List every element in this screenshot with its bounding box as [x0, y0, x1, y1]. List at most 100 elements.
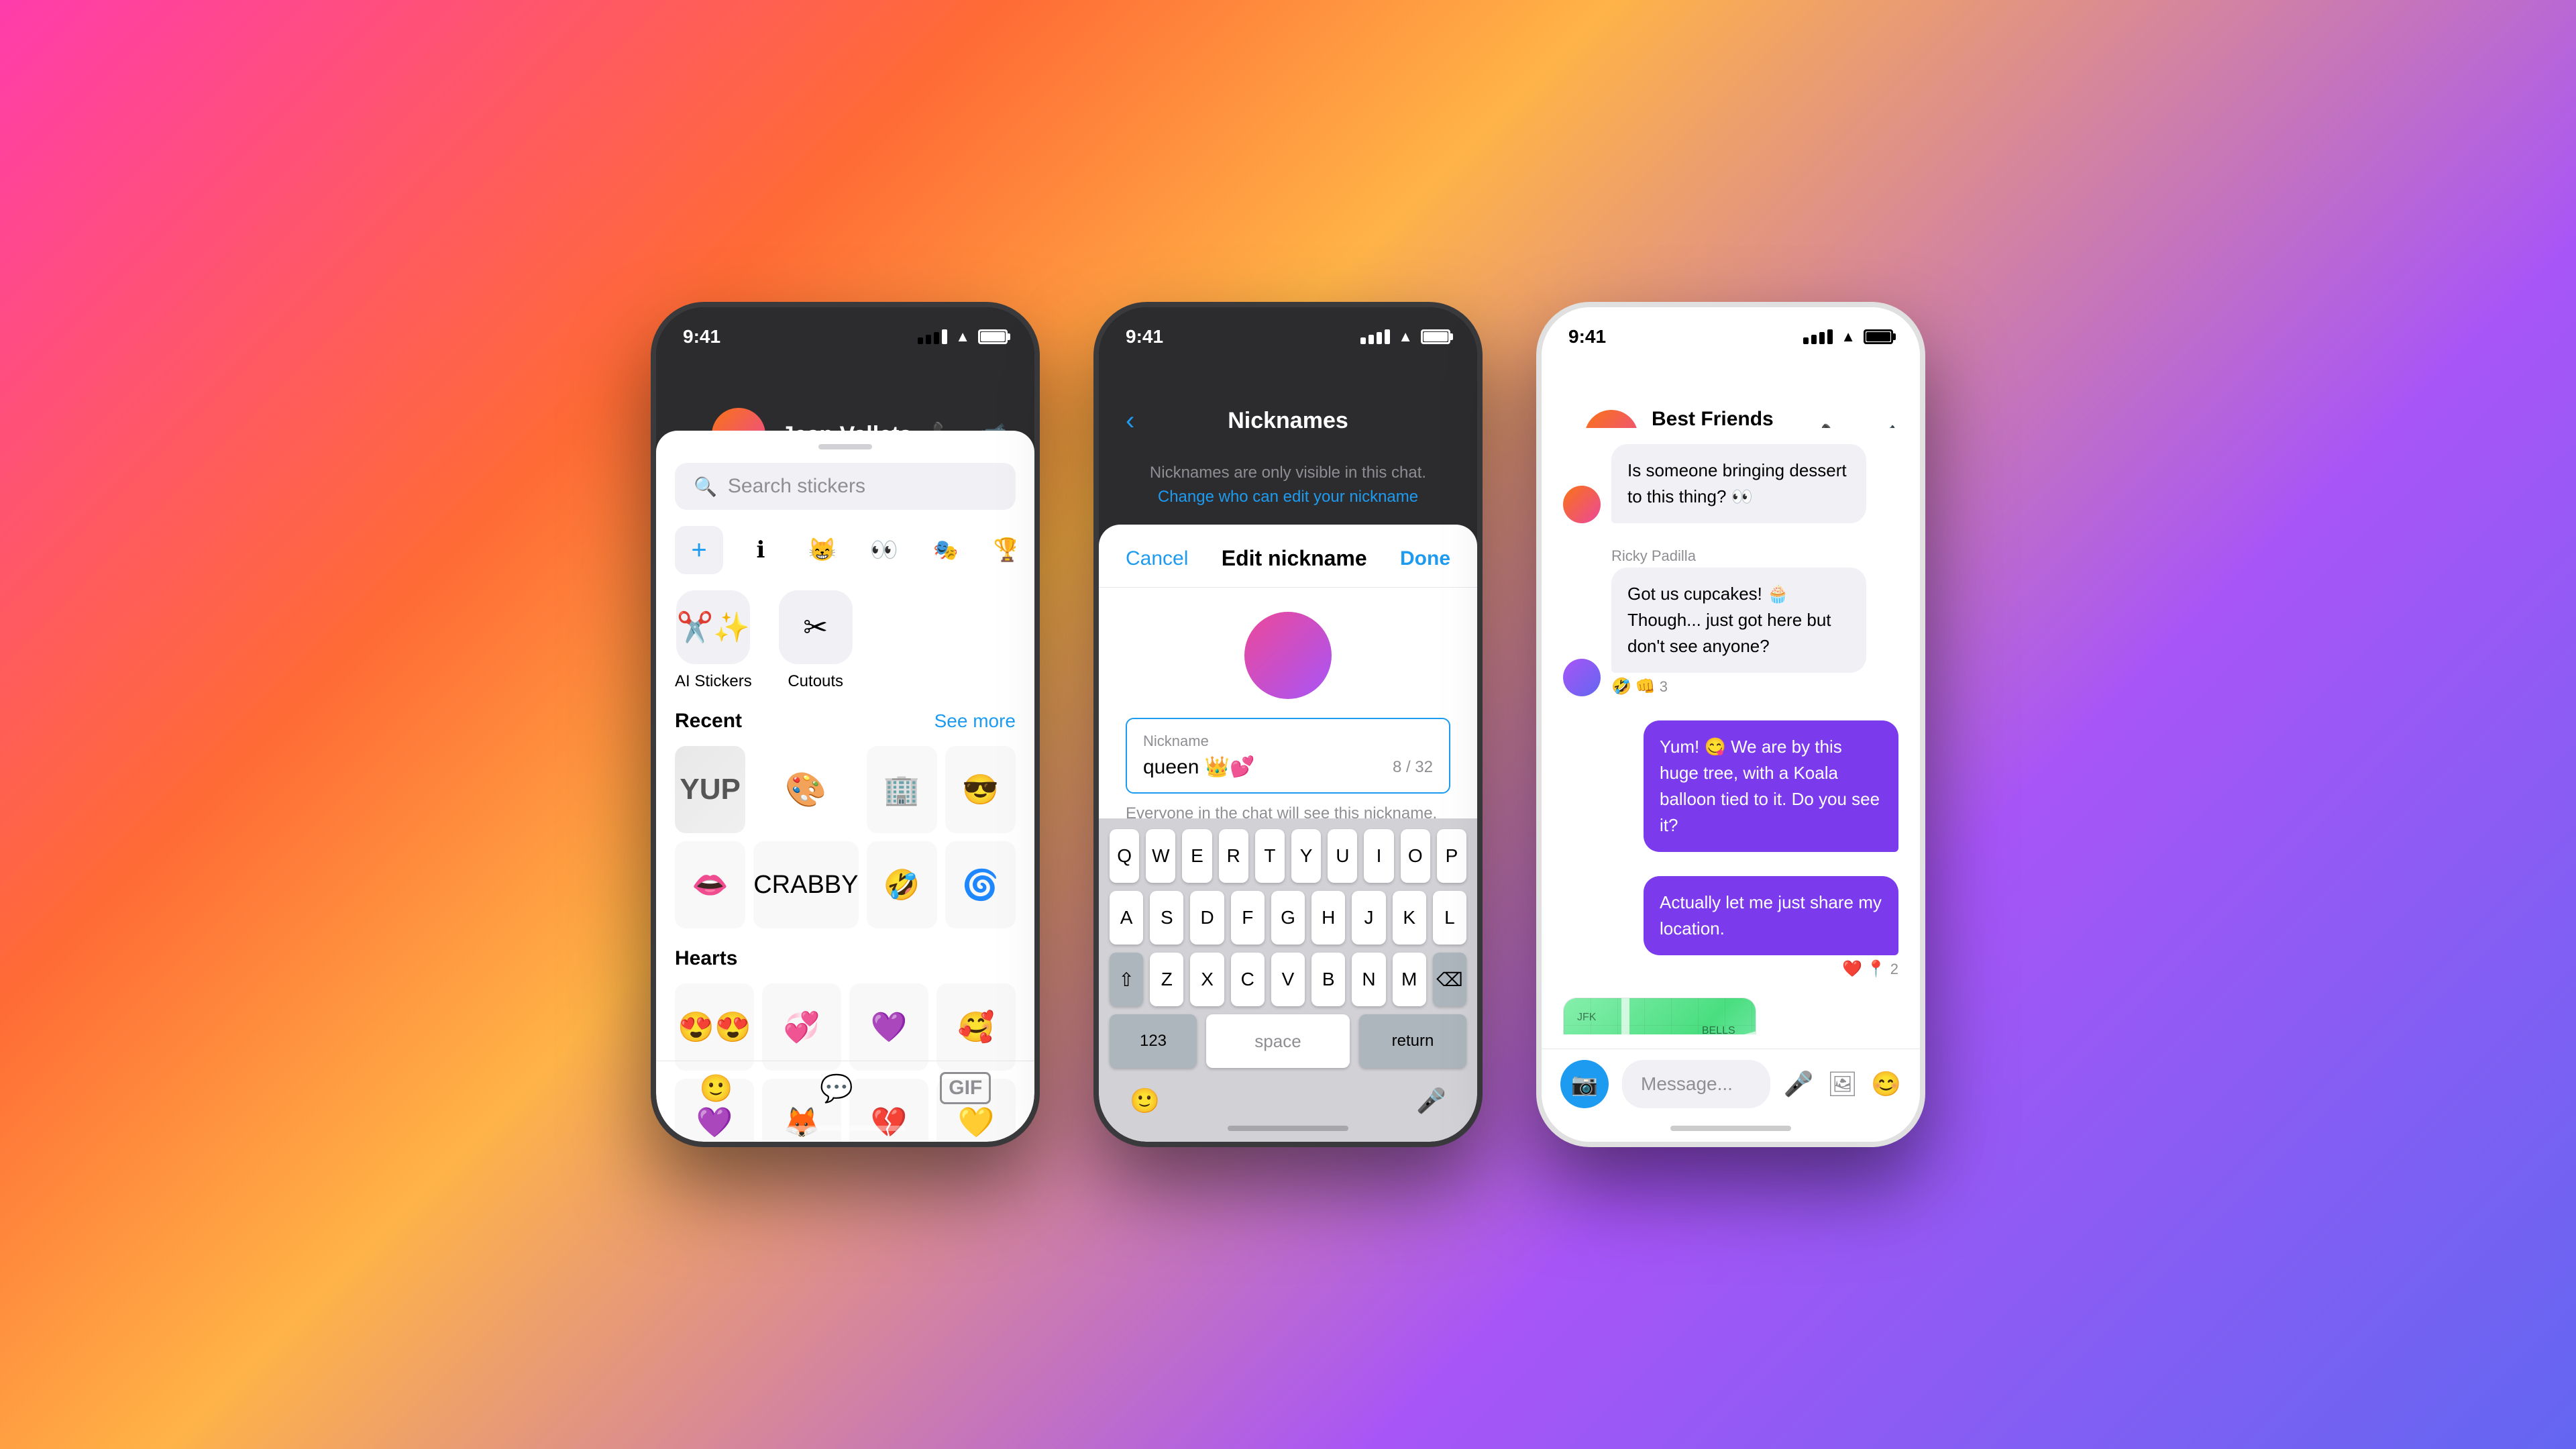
nickname-input-field[interactable]: Nickname queen 👑💕 8 / 32 [1126, 718, 1450, 794]
image-icon[interactable]: 🖼 [1827, 1070, 1858, 1098]
emoji-tab[interactable]: 🙂 [700, 1073, 733, 1104]
hearts-sticker-2[interactable]: 💜 [849, 983, 928, 1071]
sticker-search-input[interactable]: Search stickers [728, 475, 865, 498]
sticker-cell-4[interactable]: 👄 [675, 841, 745, 928]
hearts-sticker-0[interactable]: 😍😍 [675, 983, 754, 1071]
input-action-icons: 🎤 🖼 😊 [1784, 1070, 1901, 1098]
sender-name-1: Ricky Padilla [1611, 547, 1696, 564]
sticker-cell-1[interactable]: 🎨 [753, 746, 858, 833]
cutouts-label: Cutouts [788, 672, 843, 691]
sticker-tab-4[interactable]: 🏆 [983, 526, 1016, 574]
cutouts-item[interactable]: ✂ Cutouts [779, 590, 853, 691]
home-indicator-p2 [1228, 1126, 1348, 1131]
camera-button[interactable]: 📷 [1560, 1060, 1609, 1108]
sticker-panel: 🔍 Search stickers + ℹ 😸 👀 🎭 🏆 ❤️ 📦 ✂️✨ A… [656, 431, 1034, 1142]
nicknames-title: Nicknames [1228, 408, 1348, 434]
msg-content-1: Got us cupcakes! 🧁 Though... just got he… [1611, 568, 1866, 696]
key-return[interactable]: return [1359, 1014, 1466, 1068]
key-G[interactable]: G [1271, 891, 1305, 945]
hearts-sticker-1[interactable]: 💞 [762, 983, 841, 1071]
key-V[interactable]: V [1271, 953, 1305, 1006]
back-button-p2[interactable]: ‹ [1126, 406, 1134, 436]
status-time-p1: 9:41 [683, 326, 720, 347]
key-W[interactable]: W [1146, 829, 1175, 883]
key-R[interactable]: R [1219, 829, 1248, 883]
sticker-cell-7[interactable]: 🌀 [945, 841, 1016, 928]
sticker-cell-5[interactable]: CRABBY [753, 841, 858, 928]
modal-cancel-button[interactable]: Cancel [1126, 547, 1188, 570]
sticker-tab-add[interactable]: + [675, 526, 723, 574]
status-icons-p2: ▲ [1360, 328, 1450, 345]
key-X[interactable]: X [1190, 953, 1224, 1006]
change-nickname-link[interactable]: Change who can edit your nickname [1158, 488, 1418, 506]
sticker-cell-2[interactable]: 🏢 [867, 746, 937, 833]
sticker-tab-0[interactable]: ℹ [737, 526, 785, 574]
location-bubble[interactable]: JFK BELLS Hippie Hill KEARNY Live locati… [1563, 998, 1756, 1034]
key-P[interactable]: P [1437, 829, 1466, 883]
stickers-tab[interactable]: 💬 [820, 1073, 853, 1104]
key-H[interactable]: H [1311, 891, 1345, 945]
status-time-p2: 9:41 [1126, 326, 1163, 347]
nickname-value[interactable]: queen 👑💕 [1143, 755, 1254, 779]
mic-icon[interactable]: 🎤 [1784, 1070, 1814, 1098]
key-T[interactable]: T [1255, 829, 1285, 883]
sticker-cell-6[interactable]: 🤣 [867, 841, 937, 928]
message-row-1-inner: Got us cupcakes! 🧁 Though... just got he… [1563, 568, 1898, 696]
mic-keyboard-icon[interactable]: 🎤 [1416, 1087, 1446, 1115]
sticker-category-tabs: + ℹ 😸 👀 🎭 🏆 ❤️ 📦 [675, 526, 1016, 574]
key-C[interactable]: C [1231, 953, 1265, 1006]
cutouts-btn[interactable]: ✂ [779, 590, 853, 664]
key-J[interactable]: J [1352, 891, 1385, 945]
key-M[interactable]: M [1393, 953, 1426, 1006]
ai-stickers-btn[interactable]: ✂️✨ [676, 590, 750, 664]
key-L[interactable]: L [1433, 891, 1466, 945]
key-delete[interactable]: ⌫ [1433, 953, 1466, 1006]
sticker-panel-tabs: 🙂 💬 GIF [656, 1061, 1034, 1115]
sticker-tab-1[interactable]: 😸 [798, 526, 847, 574]
modal-done-button[interactable]: Done [1400, 547, 1450, 570]
battery-icon-p2 [1421, 329, 1450, 344]
key-space[interactable]: space [1206, 1014, 1350, 1068]
key-E[interactable]: E [1182, 829, 1212, 883]
recent-title: Recent [675, 710, 742, 733]
key-shift[interactable]: ⇧ [1110, 953, 1143, 1006]
key-Y[interactable]: Y [1291, 829, 1321, 883]
modal-header: Cancel Edit nickname Done [1099, 525, 1477, 588]
key-A[interactable]: A [1110, 891, 1143, 945]
map-label-0: JFK [1577, 1012, 1596, 1024]
sticker-search-bar[interactable]: 🔍 Search stickers [675, 463, 1016, 510]
key-K[interactable]: K [1393, 891, 1426, 945]
phone-nicknames: 9:41 ▲ ‹ Nicknames Nicknames are only [1093, 302, 1483, 1147]
sticker-cell-0[interactable]: YUP [675, 746, 745, 833]
key-Q[interactable]: Q [1110, 829, 1139, 883]
wifi-icon-p3: ▲ [1841, 328, 1856, 345]
status-icons-p3: ▲ [1803, 328, 1893, 345]
key-B[interactable]: B [1311, 953, 1345, 1006]
key-D[interactable]: D [1190, 891, 1224, 945]
emoji-keyboard-icon[interactable]: 🙂 [1130, 1087, 1160, 1115]
key-O[interactable]: O [1401, 829, 1430, 883]
recent-see-more[interactable]: See more [934, 710, 1016, 732]
messages-list: Is someone bringing dessert to this thin… [1542, 428, 1920, 1034]
key-Z[interactable]: Z [1150, 953, 1183, 1006]
status-time-p3: 9:41 [1568, 326, 1606, 347]
sticker-tab-3[interactable]: 🎭 [922, 526, 970, 574]
key-U[interactable]: U [1328, 829, 1357, 883]
sticker-icon[interactable]: 😊 [1871, 1070, 1901, 1098]
key-123[interactable]: 123 [1110, 1014, 1197, 1068]
key-N[interactable]: N [1352, 953, 1385, 1006]
message-row-0: Is someone bringing dessert to this thin… [1563, 444, 1898, 523]
gif-tab[interactable]: GIF [940, 1072, 991, 1104]
key-F[interactable]: F [1231, 891, 1265, 945]
sticker-cell-3[interactable]: 😎 [945, 746, 1016, 833]
msg-text-3: Actually let me just share my location. [1644, 876, 1898, 955]
keyboard-row-2: A S D F G H J K L [1110, 891, 1466, 945]
sticker-tab-2[interactable]: 👀 [860, 526, 908, 574]
msg-text-0: Is someone bringing dessert to this thin… [1611, 444, 1866, 523]
message-input[interactable]: Message... [1622, 1060, 1770, 1108]
key-S[interactable]: S [1150, 891, 1183, 945]
key-I[interactable]: I [1364, 829, 1393, 883]
ai-stickers-item[interactable]: ✂️✨ AI Stickers [675, 590, 752, 691]
hearts-sticker-3[interactable]: 🥰 [936, 983, 1016, 1071]
signal-icon-p3 [1803, 329, 1833, 344]
